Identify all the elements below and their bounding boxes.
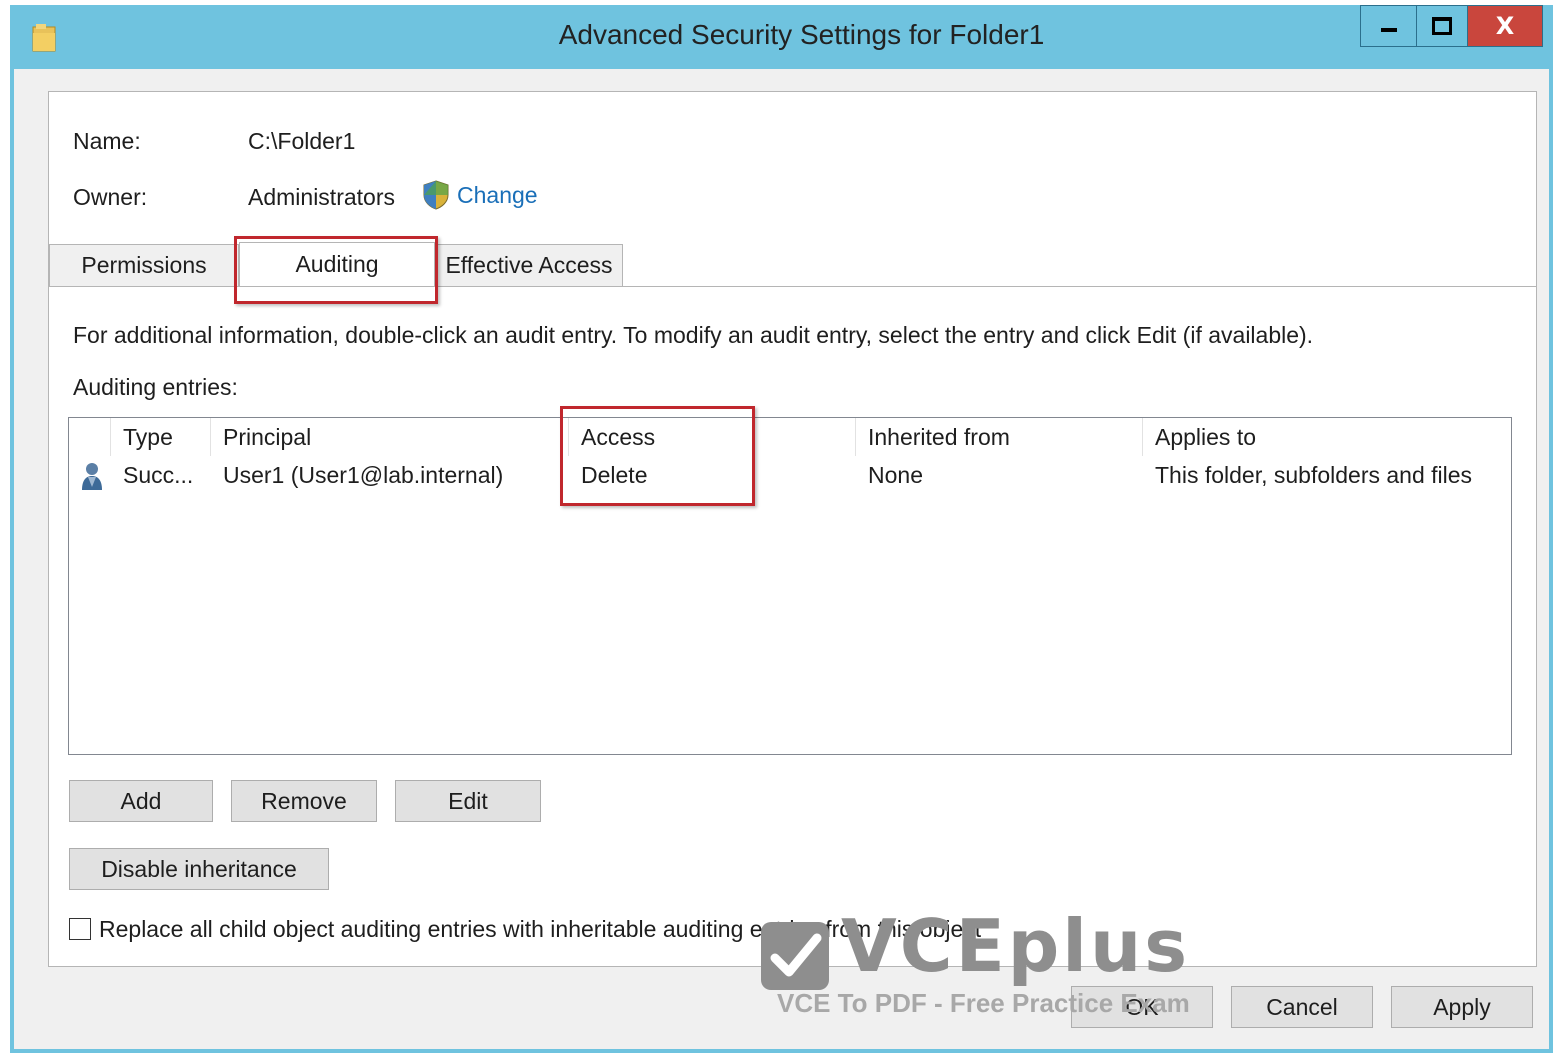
change-owner-link[interactable]: Change — [457, 182, 538, 209]
owner-value: Administrators — [248, 184, 395, 210]
edit-button[interactable]: Edit — [395, 780, 541, 822]
name-value: C:\Folder1 — [248, 128, 356, 154]
content-panel: Name: C:\Folder1 Owner: Administrators C… — [48, 91, 1537, 1018]
user-icon — [82, 463, 102, 490]
title-bar[interactable]: Advanced Security Settings for Folder1 X — [10, 5, 1553, 69]
watermark-brand: VCEplus — [841, 904, 1191, 988]
remove-button[interactable]: Remove — [231, 780, 377, 822]
icon-column-header[interactable] — [69, 418, 111, 456]
cell-type: Succ... — [123, 461, 194, 488]
owner-label: Owner: — [73, 184, 148, 210]
name-label: Name: — [73, 128, 141, 154]
access-column-highlight — [560, 406, 755, 506]
column-header-principal[interactable]: Principal — [211, 418, 569, 456]
dialog-client-area: Name: C:\Folder1 Owner: Administrators C… — [14, 69, 1549, 1049]
tab-permissions[interactable]: Permissions — [49, 244, 239, 286]
maximize-button[interactable] — [1416, 5, 1468, 47]
cell-inherited-from: None — [868, 461, 923, 488]
minimize-icon — [1380, 28, 1397, 32]
auditing-tab-highlight — [234, 236, 438, 304]
tab-effective-access[interactable]: Effective Access — [435, 244, 623, 286]
column-header-applies-to[interactable]: Applies to — [1143, 418, 1511, 456]
add-button[interactable]: Add — [69, 780, 213, 822]
table-row[interactable]: Succ... User1 (User1@lab.internal) Delet… — [69, 456, 1511, 494]
cell-applies-to: This folder, subfolders and files — [1155, 461, 1473, 488]
column-header-inherited-from[interactable]: Inherited from — [856, 418, 1143, 456]
info-text: For additional information, double-click… — [73, 322, 1314, 348]
close-icon: X — [1495, 12, 1515, 40]
cell-principal: User1 (User1@lab.internal) — [223, 461, 504, 488]
auditing-entries-list[interactable]: Type Principal Access Inherited from App… — [68, 417, 1512, 1018]
cancel-button[interactable]: Cancel — [1231, 986, 1373, 1028]
window-title: Advanced Security Settings for Folder1 — [558, 19, 1045, 50]
close-button[interactable]: X — [1467, 5, 1543, 47]
replace-child-entries-checkbox[interactable] — [69, 918, 91, 940]
minimize-button[interactable] — [1360, 5, 1417, 47]
column-header-type[interactable]: Type — [111, 418, 211, 456]
security-settings-window: Advanced Security Settings for Folder1 X… — [10, 5, 1553, 1053]
uac-shield-icon — [423, 180, 449, 210]
checkmark-logo-icon — [761, 922, 829, 990]
maximize-icon — [1432, 17, 1452, 35]
apply-button[interactable]: Apply — [1391, 986, 1533, 1028]
watermark-tagline: VCE To PDF - Free Practice Exam — [777, 988, 1190, 1018]
auditing-entries-label: Auditing entries: — [73, 374, 238, 400]
disable-inheritance-button[interactable]: Disable inheritance — [69, 848, 329, 890]
